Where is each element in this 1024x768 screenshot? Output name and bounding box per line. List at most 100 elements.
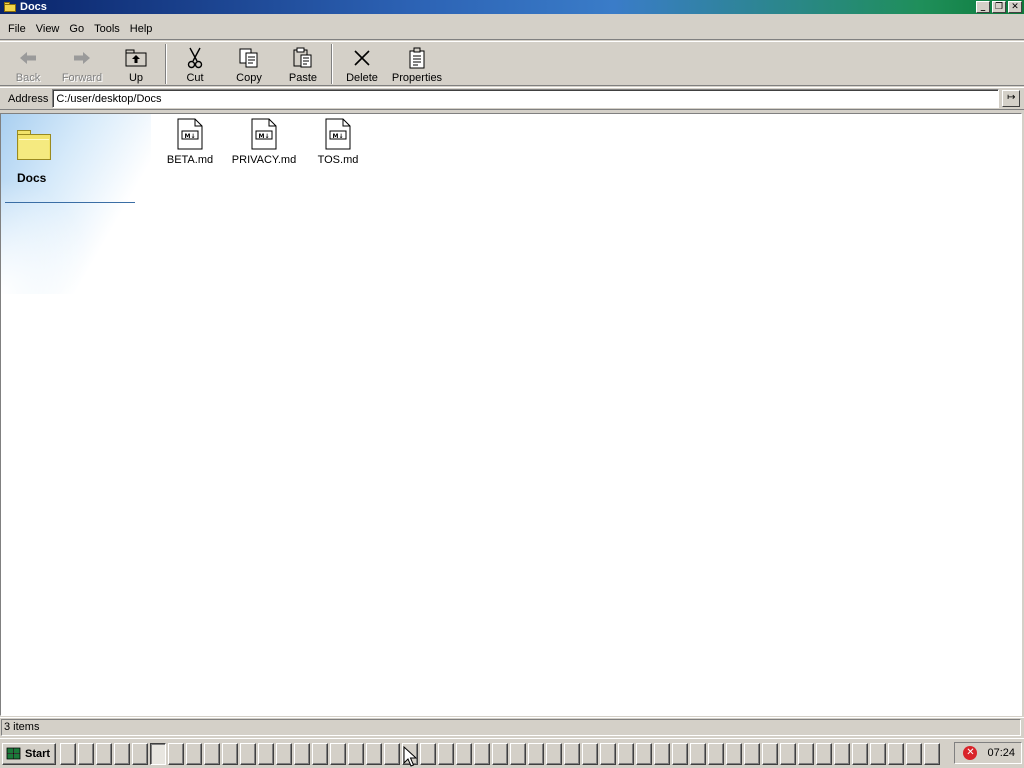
menu-tools[interactable]: Tools bbox=[89, 21, 125, 37]
taskbar-window-button[interactable] bbox=[762, 742, 778, 765]
taskbar-window-button[interactable] bbox=[852, 742, 868, 765]
close-button[interactable]: ✕ bbox=[1008, 1, 1022, 13]
markdown-file-icon: M↓ bbox=[251, 118, 277, 150]
taskbar-window-button[interactable] bbox=[906, 742, 922, 765]
paste-label: Paste bbox=[288, 72, 318, 84]
toolbar-separator bbox=[165, 44, 167, 84]
taskbar-window-button[interactable] bbox=[276, 742, 292, 765]
taskbar-window-button[interactable] bbox=[510, 742, 526, 765]
taskbar-window-button[interactable] bbox=[60, 742, 76, 765]
title-bar: Docs _ ❐ ✕ bbox=[0, 0, 1024, 14]
taskbar-window-button[interactable] bbox=[114, 742, 130, 765]
delete-x-icon bbox=[350, 46, 374, 70]
start-button[interactable]: Start bbox=[2, 742, 56, 765]
taskbar-window-button[interactable] bbox=[582, 742, 598, 765]
cut-button[interactable]: Cut bbox=[169, 42, 221, 86]
taskbar-window-button[interactable] bbox=[744, 742, 760, 765]
file-item-privacy[interactable]: M↓ PRIVACY.md bbox=[229, 118, 299, 166]
taskbar-window-button[interactable] bbox=[456, 742, 472, 765]
taskbar-window-button[interactable] bbox=[204, 742, 220, 765]
taskbar-window-button[interactable] bbox=[348, 742, 364, 765]
clock: 07:24 bbox=[987, 747, 1015, 759]
address-input[interactable] bbox=[52, 89, 1000, 108]
go-button[interactable]: ↦ bbox=[1002, 90, 1021, 107]
taskbar-window-button[interactable] bbox=[726, 742, 742, 765]
taskbar-window-button[interactable] bbox=[492, 742, 508, 765]
properties-button[interactable]: Properties bbox=[389, 42, 445, 86]
forward-label: Forward bbox=[61, 72, 103, 84]
taskbar-window-button[interactable] bbox=[384, 742, 400, 765]
taskbar-window-button[interactable] bbox=[294, 742, 310, 765]
forward-arrow-icon bbox=[70, 46, 94, 70]
folder-icon bbox=[3, 1, 17, 13]
taskbar-window-button[interactable] bbox=[78, 742, 94, 765]
taskbar-window-button[interactable] bbox=[312, 742, 328, 765]
minimize-button[interactable]: _ bbox=[976, 1, 990, 13]
address-label: Address bbox=[8, 92, 49, 105]
taskbar-window-button[interactable] bbox=[528, 742, 544, 765]
taskbar-window-button[interactable] bbox=[780, 742, 796, 765]
menu-go[interactable]: Go bbox=[64, 21, 89, 37]
taskbar-window-button[interactable] bbox=[798, 742, 814, 765]
taskbar-window-button[interactable] bbox=[420, 742, 436, 765]
menu-bar: File View Go Tools Help bbox=[0, 18, 1024, 40]
up-label: Up bbox=[128, 72, 144, 84]
taskbar-window-button[interactable] bbox=[870, 742, 886, 765]
up-button[interactable]: Up bbox=[109, 42, 163, 86]
menu-file[interactable]: File bbox=[3, 21, 31, 37]
taskbar-window-button[interactable] bbox=[150, 742, 166, 765]
taskbar-window-button[interactable] bbox=[672, 742, 688, 765]
taskbar-window-button[interactable] bbox=[834, 742, 850, 765]
sidebar-folder-title: Docs bbox=[17, 171, 47, 185]
toolbar: Back Forward Up Cut Copy Paste Delete Pr… bbox=[0, 41, 1024, 86]
taskbar-window-button[interactable] bbox=[258, 742, 274, 765]
back-label: Back bbox=[15, 72, 41, 84]
taskbar-window-button[interactable] bbox=[654, 742, 670, 765]
up-folder-icon bbox=[124, 46, 148, 70]
taskbar-window-button[interactable] bbox=[474, 742, 490, 765]
taskbar-window-button[interactable] bbox=[546, 742, 562, 765]
maximize-button[interactable]: ❐ bbox=[992, 1, 1006, 13]
delete-button[interactable]: Delete bbox=[335, 42, 389, 86]
file-item-beta[interactable]: M↓ BETA.md bbox=[155, 118, 225, 166]
properties-label: Properties bbox=[391, 72, 443, 84]
taskbar-window-button[interactable] bbox=[600, 742, 616, 765]
file-name: PRIVACY.md bbox=[231, 154, 297, 166]
taskbar-window-button[interactable] bbox=[168, 742, 184, 765]
taskbar-window-button[interactable] bbox=[564, 742, 580, 765]
taskbar-window-button[interactable] bbox=[240, 742, 256, 765]
taskbar-window-button[interactable] bbox=[186, 742, 202, 765]
file-item-tos[interactable]: M↓ TOS.md bbox=[303, 118, 373, 166]
taskbar-window-button[interactable] bbox=[366, 742, 382, 765]
address-bar: Address ↦ bbox=[0, 87, 1024, 110]
taskbar-window-button[interactable] bbox=[438, 742, 454, 765]
taskbar-window-button[interactable] bbox=[618, 742, 634, 765]
markdown-badge: M↓ bbox=[259, 133, 270, 140]
markdown-badge: M↓ bbox=[185, 133, 196, 140]
taskbar-window-button[interactable] bbox=[330, 742, 346, 765]
menu-help[interactable]: Help bbox=[125, 21, 158, 37]
taskbar-window-button[interactable] bbox=[690, 742, 706, 765]
copy-button[interactable]: Copy bbox=[221, 42, 277, 86]
forward-button[interactable]: Forward bbox=[55, 42, 109, 86]
folder-view: Docs M↓ BETA.md M↓ PRIVACY.md M↓ TOS.md bbox=[0, 113, 1022, 716]
copy-label: Copy bbox=[236, 72, 262, 84]
taskbar-window-button[interactable] bbox=[96, 742, 112, 765]
start-label: Start bbox=[25, 747, 51, 760]
start-logo-icon bbox=[6, 747, 22, 760]
paste-button[interactable]: Paste bbox=[277, 42, 329, 86]
menu-view[interactable]: View bbox=[31, 21, 65, 37]
taskbar-window-button[interactable] bbox=[924, 742, 940, 765]
markdown-file-icon: M↓ bbox=[177, 118, 203, 150]
taskbar-window-button[interactable] bbox=[132, 742, 148, 765]
taskbar-window-button[interactable] bbox=[636, 742, 652, 765]
taskbar-window-button[interactable] bbox=[816, 742, 832, 765]
back-button[interactable]: Back bbox=[1, 42, 55, 86]
error-icon[interactable]: ✕ bbox=[963, 746, 978, 760]
delete-label: Delete bbox=[346, 72, 378, 84]
properties-icon bbox=[405, 46, 429, 70]
taskbar-window-button[interactable] bbox=[222, 742, 238, 765]
taskbar-window-button[interactable] bbox=[888, 742, 904, 765]
taskbar-window-button[interactable] bbox=[708, 742, 724, 765]
file-name: BETA.md bbox=[166, 154, 214, 166]
